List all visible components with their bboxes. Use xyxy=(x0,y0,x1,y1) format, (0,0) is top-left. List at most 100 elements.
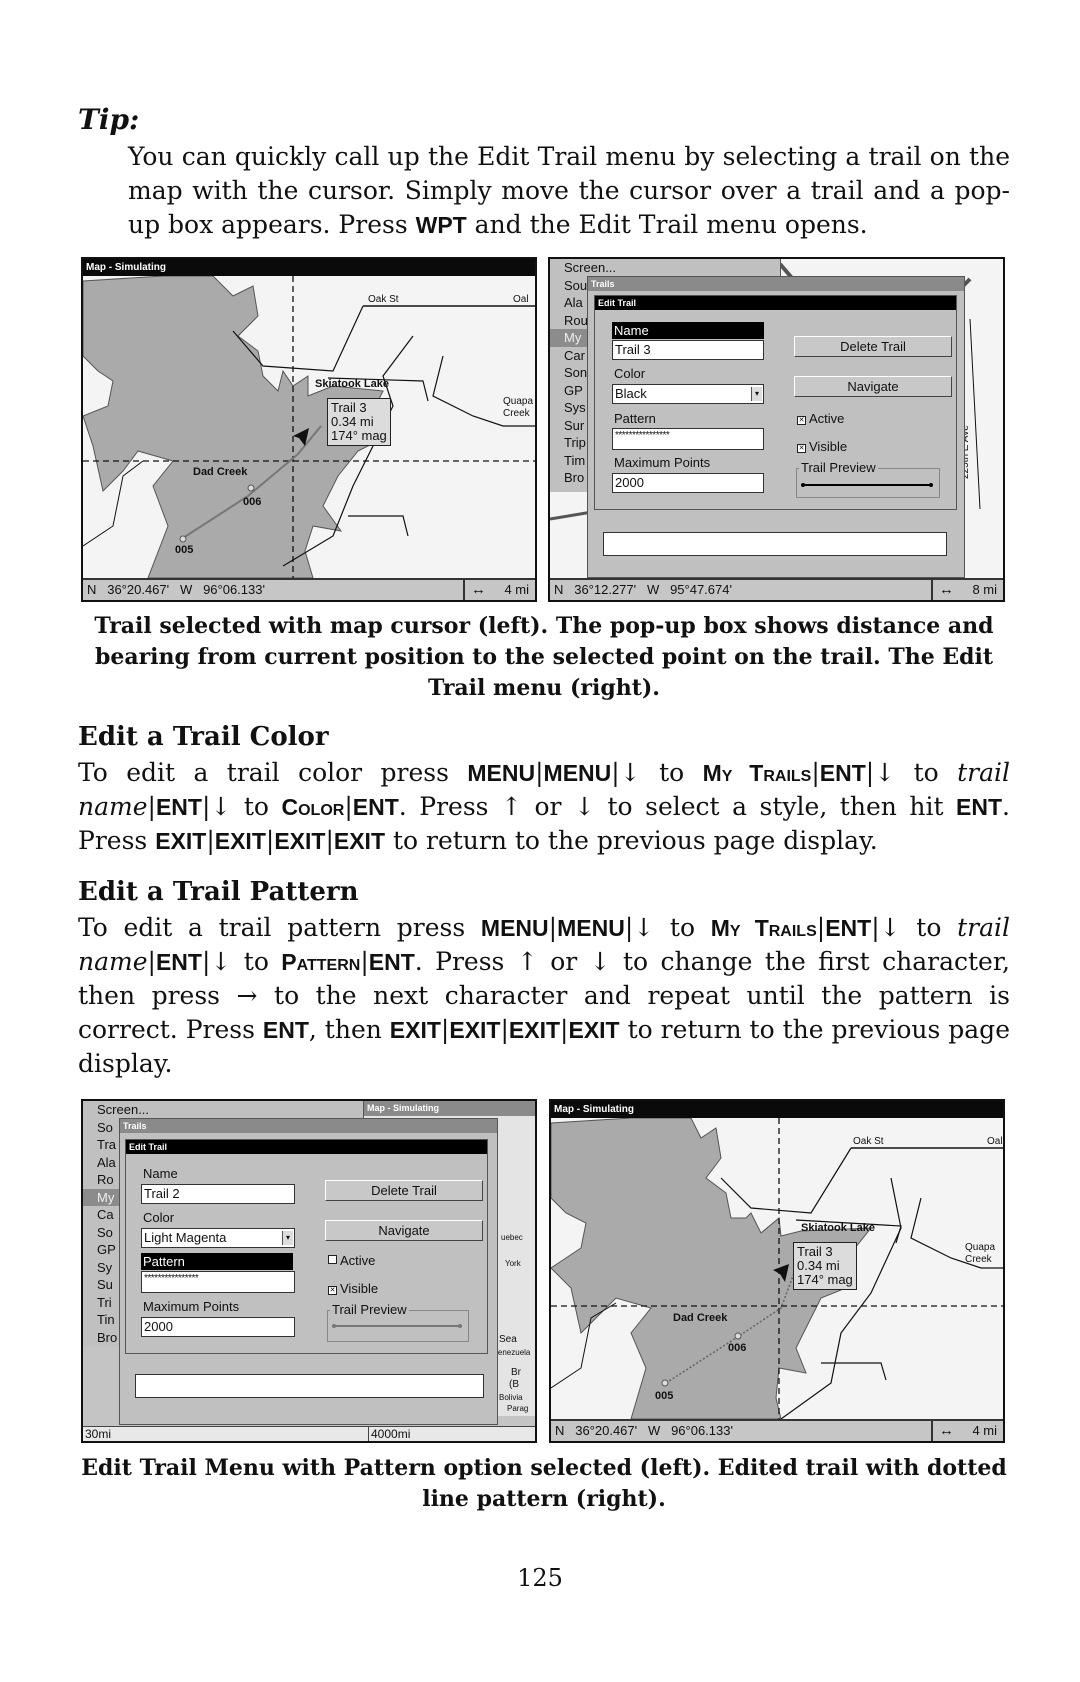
map-drawing xyxy=(83,275,535,579)
trails-dialog-title: Trails xyxy=(588,277,964,291)
key-menu: MENU xyxy=(543,760,612,786)
visible-checkbox[interactable]: ✕ Visible xyxy=(328,1281,378,1296)
map-label: Sea xyxy=(499,1334,517,1345)
name-field[interactable]: Trail 3 xyxy=(612,340,764,360)
coordinates: N 36°20.467' W 96°06.133' xyxy=(87,582,265,597)
map-label: Oak St xyxy=(368,294,399,305)
separator: | xyxy=(147,792,156,821)
popup-trail-name: Trail 3 xyxy=(331,400,367,415)
text: or xyxy=(521,792,575,821)
max-points-label: Maximum Points xyxy=(614,455,711,470)
key-exit: EXIT xyxy=(274,828,326,854)
coordinates: N 36°12.277' W 95°47.674' xyxy=(554,582,732,597)
figure1-right-edit-trail-screenshot: 225th E Ave Screen... Sou Ala Rou My Car… xyxy=(548,257,1005,602)
separator: | xyxy=(811,758,820,787)
text: to xyxy=(640,758,703,787)
right-arrow-icon: → xyxy=(236,981,258,1010)
key-ent: ENT xyxy=(956,794,1003,820)
map-label: Oak St xyxy=(853,1136,884,1147)
map-label: Br xyxy=(511,1367,521,1378)
zoom-scale: ↔ 4 mi xyxy=(463,580,535,600)
text: . Press xyxy=(414,947,517,976)
down-arrow-icon: ↓ xyxy=(874,758,896,787)
waypoint-icon xyxy=(247,484,255,492)
key-ent: ENT xyxy=(155,949,202,975)
menu-item[interactable]: Screen... xyxy=(83,1101,363,1119)
active-label: Active xyxy=(809,411,845,426)
page-number: 125 xyxy=(517,1564,563,1592)
separator: | xyxy=(206,826,215,855)
key-exit: EXIT xyxy=(449,1017,501,1043)
text: to xyxy=(654,913,711,942)
edit-trail-title: Edit Trail xyxy=(595,296,956,310)
tip-title: Tip: xyxy=(78,103,140,136)
text: or xyxy=(537,947,590,976)
separator: | xyxy=(147,947,156,976)
dropdown-arrow-icon: ▾ xyxy=(282,1231,293,1245)
pattern-field[interactable]: **************** xyxy=(141,1271,295,1293)
name-field[interactable]: Trail 2 xyxy=(141,1184,295,1204)
pattern-field[interactable]: **************** xyxy=(612,428,764,450)
text: to xyxy=(900,913,958,942)
map-label: Quapa xyxy=(503,396,534,407)
max-points-field[interactable]: 2000 xyxy=(141,1317,295,1337)
text: to xyxy=(231,792,282,821)
visible-checkbox[interactable]: ✕ Visible xyxy=(797,439,847,454)
map-label: Skiatook Lake xyxy=(315,378,389,390)
text: to xyxy=(231,947,282,976)
scale-value: 4 mi xyxy=(972,1423,997,1438)
navigate-button[interactable]: Navigate xyxy=(325,1220,483,1241)
popup-trail-name: Trail 3 xyxy=(797,1244,833,1259)
waypoint-icon xyxy=(661,1379,669,1387)
active-label: Active xyxy=(340,1253,376,1268)
color-select[interactable]: Black ▾ xyxy=(612,384,764,404)
menu-item[interactable]: Screen... xyxy=(550,259,780,277)
waypoint-label: 006 xyxy=(243,496,262,508)
tip-body: You can quickly call up the Edit Trail m… xyxy=(128,140,1010,242)
scale-value: 4 mi xyxy=(504,582,529,597)
key-menu: MENU xyxy=(557,915,625,941)
key-exit: EXIT xyxy=(333,828,385,854)
map-label: uebec xyxy=(501,1233,523,1242)
road xyxy=(348,515,409,537)
name-label: Name xyxy=(612,322,764,339)
delete-trail-button[interactable]: Delete Trail xyxy=(325,1180,483,1201)
active-checkbox[interactable]: ✕ Active xyxy=(797,411,844,426)
road xyxy=(821,1362,887,1381)
trails-list-area xyxy=(135,1374,484,1398)
key-ent: ENT xyxy=(262,1017,309,1043)
down-arrow-icon: ↓ xyxy=(210,947,232,976)
text: , then xyxy=(308,1015,390,1044)
separator: | xyxy=(816,913,826,942)
dropdown-arrow-icon: ▾ xyxy=(751,387,762,401)
active-checkbox[interactable]: Active xyxy=(328,1253,375,1268)
separator: | xyxy=(624,913,634,942)
menu-my-trails: My Trails xyxy=(702,760,812,786)
map-label: Creek xyxy=(503,408,530,419)
up-arrow-icon: ↑ xyxy=(501,792,522,821)
map-label: Oal xyxy=(987,1136,1003,1147)
map-area: Oak St Oal Skiatook Lake Quapa Creek Dad… xyxy=(551,1117,1003,1420)
text: to select a style, then hit xyxy=(594,792,957,821)
figure2-left-edit-trail-screenshot: Map - Simulating Sea Venezuela Br (B Bol… xyxy=(81,1099,537,1443)
trail-preview-box: Trail Preview xyxy=(796,460,940,498)
figure1-caption: Trail selected with map cursor (left). T… xyxy=(94,613,994,701)
map-label: (B xyxy=(509,1379,519,1390)
heading-edit-trail-pattern: Edit a Trail Pattern xyxy=(78,877,359,907)
navigate-button[interactable]: Navigate xyxy=(794,376,952,397)
scale-right: 4000mi xyxy=(368,1427,410,1441)
color-select[interactable]: Light Magenta ▾ xyxy=(141,1228,295,1248)
max-points-field[interactable]: 2000 xyxy=(612,473,764,493)
separator: | xyxy=(871,913,880,942)
delete-trail-button[interactable]: Delete Trail xyxy=(794,336,952,357)
edit-trail-dialog: Edit Trail Name Trail 2 Color Light Mage… xyxy=(125,1139,488,1354)
separator: | xyxy=(325,826,334,855)
map-title-bar: Map - Simulating xyxy=(551,1101,1003,1118)
status-bar: N 36°12.277' W 95°47.674' ↔ 8 mi xyxy=(550,578,1003,600)
map-label: Dad Creek xyxy=(673,1312,728,1324)
map-label: York xyxy=(505,1259,521,1268)
checkbox-checked-icon: ✕ xyxy=(797,416,806,425)
checkbox-checked-icon: ✕ xyxy=(797,444,806,453)
color-label: Color xyxy=(614,366,646,381)
figure2-caption: Edit Trail Menu with Pattern option sele… xyxy=(81,1455,1007,1512)
